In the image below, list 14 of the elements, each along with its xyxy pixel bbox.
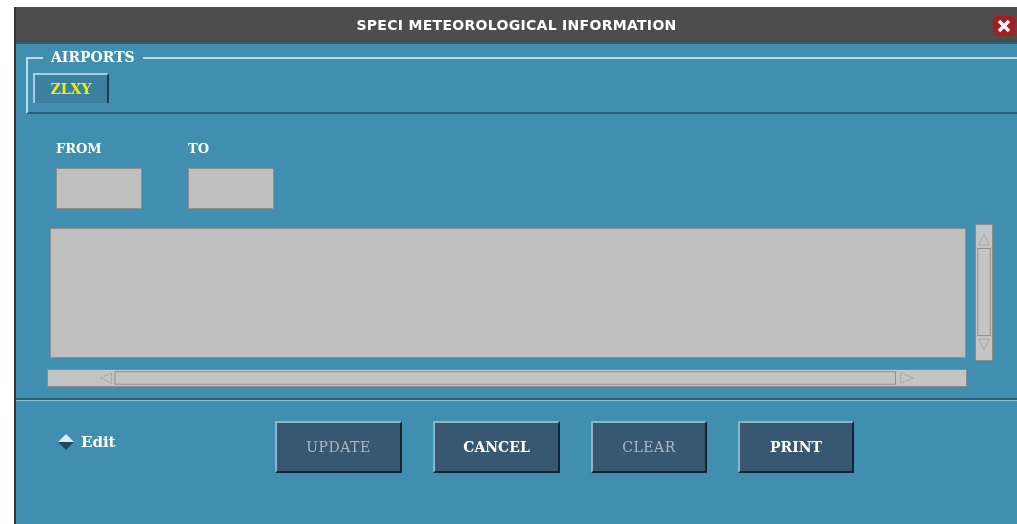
text-area[interactable] xyxy=(50,228,966,358)
window-title: SPECI METEOROLOGICAL INFORMATION xyxy=(356,16,677,33)
to-field[interactable] xyxy=(188,168,274,209)
from-field[interactable] xyxy=(56,168,142,209)
airport-tab[interactable]: ZLXY xyxy=(33,73,109,103)
action-button[interactable]: PRINT xyxy=(738,421,854,473)
close-button[interactable] xyxy=(993,16,1015,36)
horizontal-scrollbar[interactable] xyxy=(47,369,967,387)
vertical-scrollbar[interactable] xyxy=(975,224,993,361)
close-icon xyxy=(997,19,1011,33)
edit-toggle[interactable]: Edit xyxy=(57,433,275,451)
to-label: TO xyxy=(188,140,210,158)
action-button[interactable]: CANCEL xyxy=(433,421,560,473)
from-label: FROM xyxy=(56,140,103,158)
